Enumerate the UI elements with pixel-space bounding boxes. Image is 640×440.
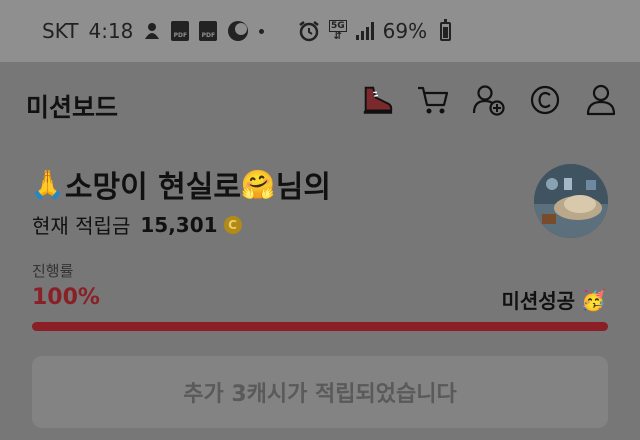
user-name: 소망이 현실로 [64, 170, 241, 205]
progress-label: 진행률 [32, 262, 74, 280]
battery-icon [440, 18, 452, 41]
coin-icon[interactable] [528, 82, 562, 118]
status-right: 5G ⇵ 69% [298, 0, 452, 62]
points-label: 현재 적립금 [32, 214, 131, 238]
app-header: 미션보드 [0, 62, 640, 148]
progress-track [32, 322, 608, 331]
page-title: 미션보드 [26, 93, 119, 122]
signal-icon [355, 22, 374, 40]
carrier: SKT [42, 19, 79, 43]
party-emoji: 🥳 [581, 287, 606, 312]
pdf-icon: PDF [199, 21, 218, 41]
status-left: SKT 4:18 PDF PDF [42, 0, 265, 62]
progress-fill [32, 322, 608, 331]
mission-status-text: 미션성공 [501, 289, 576, 313]
reward-notice-text: 추가 3캐시가 적립되었습니다 [183, 382, 457, 407]
header-icons [360, 82, 618, 118]
points-row: 현재 적립금 15,301 C [32, 210, 242, 239]
mission-status: 미션성공 🥳 [501, 285, 606, 314]
dot-icon [259, 28, 265, 34]
clock: 4:18 [88, 19, 134, 43]
5g-icon: 5G ⇵ [329, 20, 347, 42]
status-bar: SKT 4:18 PDF PDF 5G ⇵ 69% [0, 0, 640, 62]
battery-fill [443, 27, 449, 38]
greeting-suffix: 님의 [275, 170, 331, 205]
shoe-icon[interactable] [360, 82, 394, 118]
updown-arrows: ⇵ [333, 31, 343, 42]
avatar[interactable] [534, 164, 608, 238]
moon-icon [227, 20, 249, 42]
battery-percent: 69% [382, 19, 428, 43]
progress-percent: 100% [32, 285, 100, 310]
cart-icon[interactable] [416, 82, 450, 118]
pray-emoji: 🙏 [30, 167, 65, 201]
greeting-title: 🙏 소망이 현실로 🤗 님의 [30, 162, 331, 206]
profile-icon[interactable] [584, 82, 618, 118]
pdf-icon: PDF [171, 21, 190, 41]
alarm-icon [298, 20, 320, 42]
add-user-icon[interactable] [472, 82, 506, 118]
reward-notice-button[interactable]: 추가 3캐시가 적립되었습니다 [32, 356, 608, 428]
hug-emoji: 🤗 [240, 167, 276, 201]
points-value: 15,301 [140, 212, 218, 237]
coin-badge-icon: C [223, 215, 242, 234]
wallet-bell-icon [143, 21, 161, 41]
